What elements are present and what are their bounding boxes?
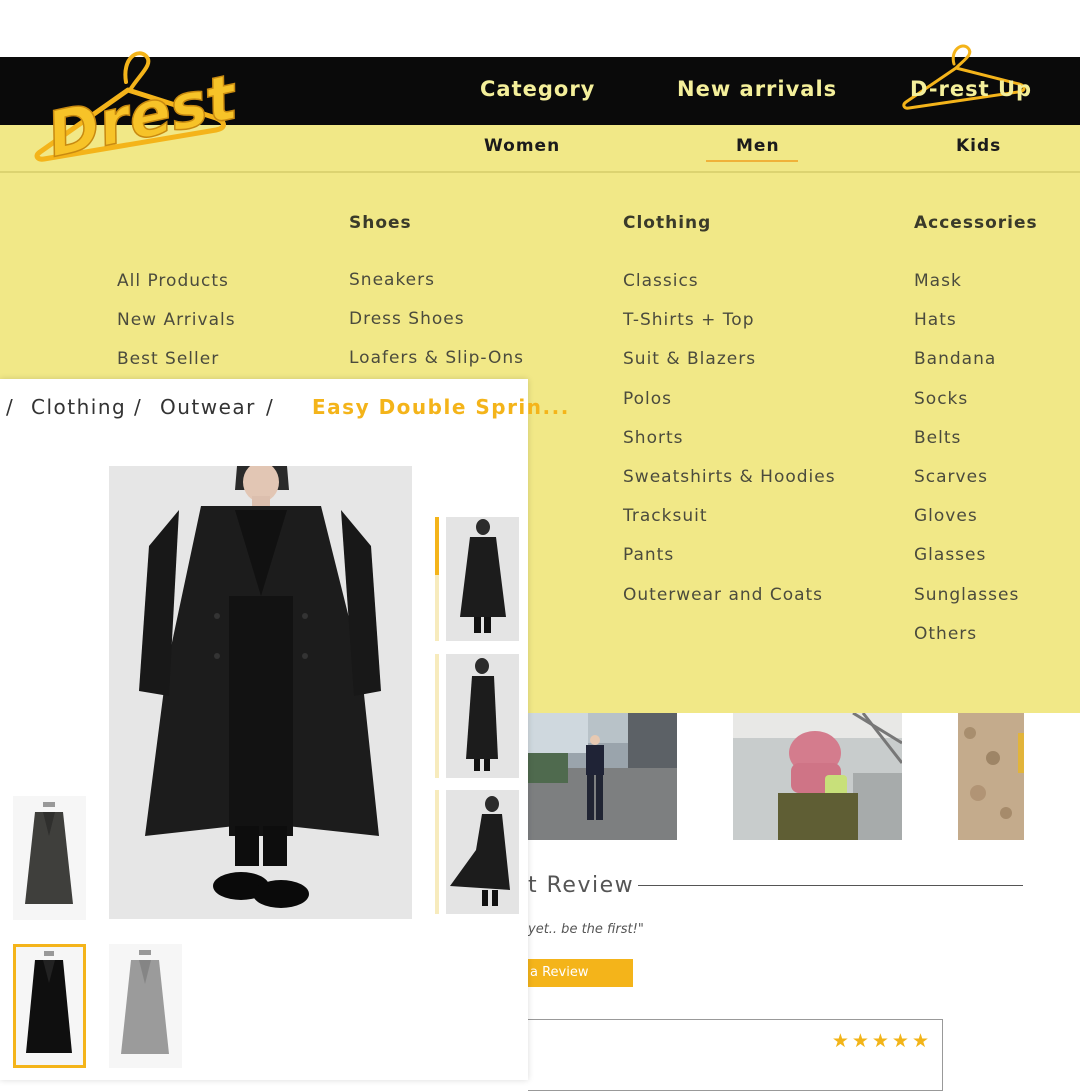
menu-heading-clothing[interactable]: Clothing [623,213,711,233]
menu-list-shoes: Sneakers Dress Shoes Loafers & Slip-Ons [349,270,524,388]
customer-photo[interactable] [733,713,902,840]
menu-item[interactable]: Classics [623,271,836,310]
active-underline [706,160,798,162]
menu-item[interactable]: Socks [914,389,1019,428]
menu-item[interactable]: New Arrivals [117,310,236,349]
menu-item[interactable]: Bandana [914,349,1019,388]
menu-heading-accessories[interactable]: Accessories [914,213,1038,233]
product-thumbnail[interactable] [446,517,519,641]
product-thumbnail[interactable] [446,654,519,778]
hanger-logo-icon: Drest [34,51,240,169]
menu-item[interactable]: Sunglasses [914,585,1019,624]
product-main-image[interactable] [109,462,412,919]
menu-item[interactable]: Dress Shoes [349,309,524,348]
color-variant-charcoal[interactable] [13,796,86,920]
thumbnail-indicator [435,517,439,641]
menu-item[interactable]: Suit & Blazers [623,349,836,388]
breadcrumb-current-product[interactable]: Easy Double Sprin... [312,395,570,419]
menu-item[interactable]: Sweatshirts & Hoodies [623,467,836,506]
subnav-men[interactable]: Men [736,136,780,156]
menu-item[interactable]: Pants [623,545,836,584]
color-variant-black[interactable] [13,944,86,1068]
menu-list-accessories: Mask Hats Bandana Socks Belts Scarves Gl… [914,271,1019,663]
thumbnail-indicator [435,654,439,778]
subnav-women[interactable]: Women [484,136,560,156]
breadcrumb-separator: / [134,395,143,419]
nav-new-arrivals[interactable]: New arrivals [677,77,837,101]
coat-model-photo [109,462,412,919]
drest-logo[interactable]: Drest [30,44,240,169]
menu-item[interactable]: Gloves [914,506,1019,545]
menu-list-general: All Products New Arrivals Best Seller [117,271,236,389]
review-card: ★★★★★ [528,1019,943,1091]
product-panel: / Clothing / Outwear / Easy Double Sprin… [0,379,568,1080]
menu-list-clothing: Classics T-Shirts + Top Suit & Blazers P… [623,271,836,624]
no-reviews-text: yet.. be the first!" [528,922,644,937]
subnav-kids[interactable]: Kids [956,136,1001,156]
star-rating-icon: ★★★★★ [831,1030,932,1052]
menu-item[interactable]: Others [914,624,1019,663]
divider [638,885,1023,886]
nav-category[interactable]: Category [480,77,595,101]
menu-item[interactable]: Outerwear and Coats [623,585,836,624]
customer-photo[interactable] [528,713,677,840]
product-thumbnail[interactable] [446,790,519,914]
menu-item[interactable]: Glasses [914,545,1019,584]
menu-item[interactable]: T-Shirts + Top [623,310,836,349]
breadcrumb-separator: / [6,395,15,419]
review-section-title: t Review [528,873,635,898]
menu-item[interactable]: Belts [914,428,1019,467]
breadcrumb-clothing[interactable]: Clothing [31,395,126,419]
breadcrumb-separator: / [266,395,275,419]
customer-photo[interactable] [958,713,1024,840]
write-review-button[interactable]: a Review [528,959,633,987]
menu-item[interactable]: Sneakers [349,270,524,309]
menu-item[interactable]: Tracksuit [623,506,836,545]
breadcrumb-outwear[interactable]: Outwear [160,395,256,419]
thumbnail-indicator [435,790,439,914]
menu-item[interactable]: Hats [914,310,1019,349]
menu-item[interactable]: Scarves [914,467,1019,506]
menu-item[interactable]: All Products [117,271,236,310]
menu-item[interactable]: Shorts [623,428,836,467]
menu-item[interactable]: Polos [623,389,836,428]
color-variant-grey[interactable] [109,944,182,1068]
menu-item[interactable]: Mask [914,271,1019,310]
menu-heading-shoes[interactable]: Shoes [349,213,412,233]
nav-drest-up[interactable]: D-rest Up [910,77,1032,101]
